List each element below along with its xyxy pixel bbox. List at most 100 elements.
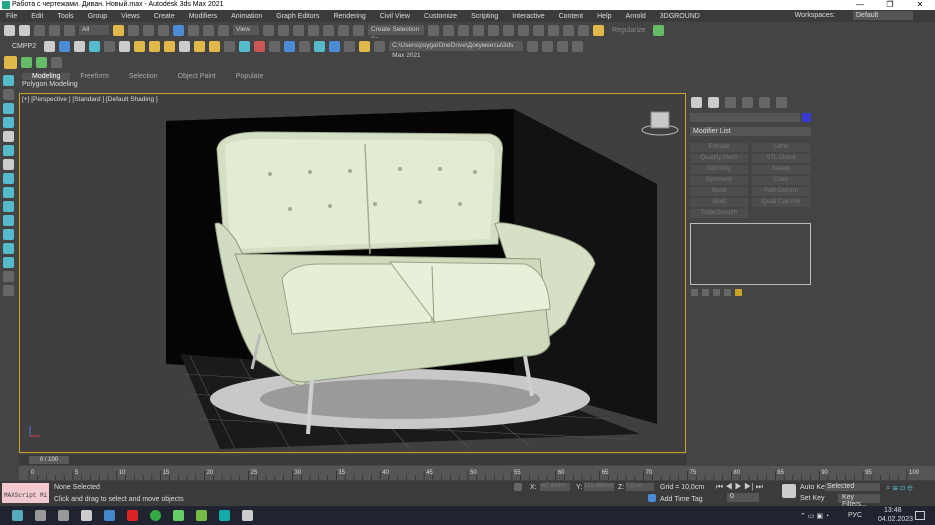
clock-time[interactable]: 13:48 — [884, 507, 902, 514]
modifier-button-shell[interactable]: Shell — [690, 198, 748, 207]
3dsmax-icon[interactable] — [219, 510, 230, 521]
create-tab-icon[interactable] — [691, 97, 702, 108]
camera-icon[interactable] — [224, 40, 236, 52]
rendered-frame-icon[interactable] — [563, 24, 574, 36]
schematic-view-icon[interactable] — [518, 24, 529, 36]
render-frame-icon[interactable] — [59, 40, 71, 52]
menu-civil-view[interactable]: Civil View — [380, 13, 410, 20]
modifier-button-path-deform[interactable]: Path Deform — [752, 187, 810, 196]
redo-icon[interactable] — [19, 24, 30, 36]
menu-animation[interactable]: Animation — [231, 13, 262, 20]
windows-start-icon[interactable] — [12, 510, 23, 521]
layer-icon[interactable] — [3, 201, 14, 212]
minimize-button[interactable]: — — [845, 0, 875, 10]
link-icon[interactable] — [34, 24, 45, 36]
curve-editor-icon[interactable] — [503, 24, 514, 36]
mail-icon[interactable] — [104, 510, 115, 521]
layers-icon[interactable] — [653, 24, 665, 36]
remove-modifier-icon[interactable] — [724, 289, 731, 296]
gear-icon[interactable] — [3, 89, 14, 100]
move-icon[interactable] — [173, 24, 184, 36]
project-folder-icon[interactable] — [527, 40, 539, 52]
modifier-button-turbosmooth[interactable]: TurboSmooth — [690, 209, 748, 218]
project-path-dropdown[interactable]: C:\Users\psyga\OneDrive\Документы\3ds Ma… — [389, 41, 524, 59]
pencil-icon[interactable] — [3, 271, 14, 282]
modifier-button-stl-check[interactable]: STL Check — [752, 154, 810, 163]
menu-group[interactable]: Group — [88, 13, 107, 20]
menu-edit[interactable]: Edit — [31, 13, 43, 20]
tape-icon[interactable] — [239, 40, 251, 52]
plane-icon[interactable] — [119, 40, 131, 52]
torus-icon[interactable] — [149, 40, 161, 52]
grid-icon[interactable] — [104, 40, 116, 52]
menu-customize[interactable]: Customize — [424, 13, 457, 20]
time-slider[interactable]: 0 / 100 — [29, 456, 69, 464]
clock-date[interactable]: 04.02.2023 — [878, 516, 913, 523]
snap-icon[interactable] — [293, 24, 304, 36]
spline-icon[interactable] — [299, 40, 311, 52]
modifier-button-quadify-mesh[interactable]: Quadify Mesh — [690, 154, 748, 163]
ribbon-tab-selection[interactable]: Selection — [119, 73, 168, 80]
nvidia-icon[interactable] — [196, 510, 207, 521]
unlink-icon[interactable] — [49, 24, 60, 36]
modifier-button-quad-cap-pro[interactable]: Quad Cap Pro — [752, 198, 810, 207]
chrome-icon[interactable] — [150, 510, 161, 521]
viewport-nav-controls[interactable]: ⌕ ⊞ ⊡ ⊕ — [886, 483, 913, 493]
mirror-icon[interactable] — [428, 24, 439, 36]
modifier-button-extrude[interactable]: Extrude — [690, 143, 748, 152]
hierarchy-icon[interactable] — [3, 103, 14, 114]
folder-icon[interactable] — [359, 40, 371, 52]
teapot-icon[interactable] — [44, 40, 56, 52]
modifier-list-dropdown[interactable]: Modifier List — [690, 127, 811, 136]
settings-icon[interactable] — [572, 40, 584, 52]
plugin-frame-icon[interactable] — [51, 57, 62, 68]
playback-controls[interactable]: ⏮ ◀ ▶ ▶| ⏭ — [716, 482, 763, 492]
undo-icon[interactable] — [4, 24, 15, 36]
eye-icon[interactable] — [3, 243, 14, 254]
project-icon[interactable] — [374, 40, 386, 52]
menu-modifiers[interactable]: Modifiers — [189, 13, 217, 20]
key-set-dropdown[interactable]: Selected — [825, 483, 880, 491]
modifier-button-edit-poly[interactable]: Edit Poly — [690, 165, 748, 174]
open-folder-icon[interactable] — [542, 40, 554, 52]
cylinder-icon[interactable] — [134, 40, 146, 52]
utilities-tab-icon[interactable] — [776, 97, 787, 108]
menu-views[interactable]: Views — [121, 13, 140, 20]
warning-icon[interactable] — [593, 24, 604, 36]
show-end-result-icon[interactable] — [702, 289, 709, 296]
system-tray[interactable]: ⌃ ▭ ▣ ◔ — [800, 512, 829, 520]
reference-coord-dropdown[interactable]: View — [233, 25, 259, 35]
menu-content[interactable]: Content — [559, 13, 584, 20]
utility-icon[interactable] — [3, 145, 14, 156]
configure-sets-icon[interactable] — [735, 289, 742, 296]
set-key-button[interactable]: Set Key — [800, 495, 825, 502]
create-icon[interactable] — [3, 75, 14, 86]
current-frame-field[interactable]: 0 — [727, 493, 759, 502]
modifier-stack[interactable] — [690, 223, 811, 285]
render-icon[interactable] — [578, 24, 589, 36]
menu-arnold[interactable]: Arnold — [626, 13, 646, 20]
viewport-label[interactable]: [+] [Perspective ] [Standard ] [Default … — [22, 96, 158, 103]
layer-explorer-icon[interactable] — [473, 24, 484, 36]
render-setup-icon[interactable] — [548, 24, 559, 36]
plugin-f-icon[interactable] — [4, 56, 17, 69]
modifier-button-lathe[interactable]: Lathe — [752, 143, 810, 152]
notifications-icon[interactable] — [915, 511, 925, 520]
menu-file[interactable]: File — [6, 13, 17, 20]
ribbon-tab-modeling[interactable]: Modeling — [22, 72, 71, 80]
compound-icon[interactable] — [284, 40, 296, 52]
place-icon[interactable] — [218, 24, 229, 36]
select-by-name-icon[interactable] — [128, 24, 139, 36]
align-icon[interactable] — [443, 24, 454, 36]
menu-rendering[interactable]: Rendering — [333, 13, 365, 20]
modifier-button-sweep[interactable]: Sweep — [752, 165, 810, 174]
modifier-button-symmetry[interactable]: Symmetry — [690, 176, 748, 185]
window-crossing-icon[interactable] — [158, 24, 169, 36]
close-button[interactable]: ✕ — [905, 0, 935, 10]
app-icon-extra[interactable] — [242, 510, 253, 521]
task-view-icon[interactable] — [58, 510, 69, 521]
menu-help[interactable]: Help — [597, 13, 611, 20]
time-slider-track[interactable] — [19, 455, 686, 465]
regularize-label[interactable]: Regularize — [612, 27, 645, 34]
menu-interactive[interactable]: Interactive — [512, 13, 544, 20]
